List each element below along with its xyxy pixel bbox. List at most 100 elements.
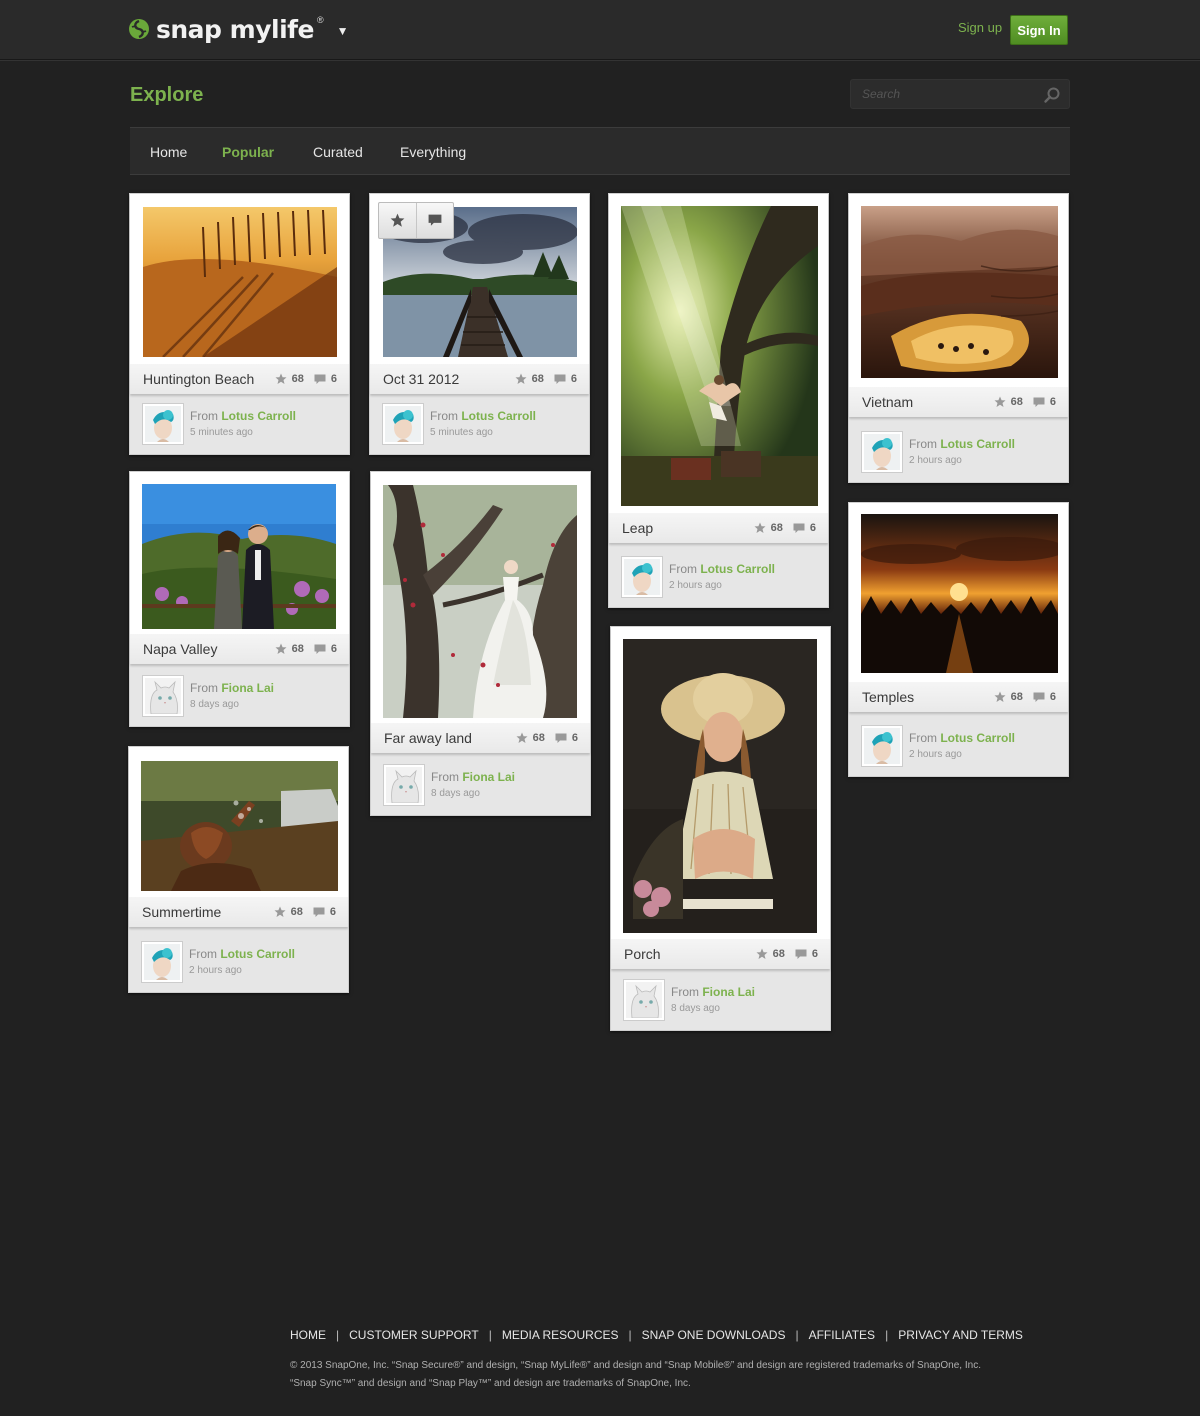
photo-card[interactable]: Huntington Beach 68 6 From Lotus Carroll… bbox=[129, 193, 350, 455]
photo-card[interactable]: Far away land 68 6 From Fiona Lai 8 days… bbox=[370, 471, 591, 816]
avatar[interactable] bbox=[861, 431, 903, 473]
caret-down-icon[interactable]: ▼ bbox=[337, 24, 349, 38]
footer-link-snap-one-downloads[interactable]: SNAP ONE DOWNLOADS bbox=[642, 1328, 786, 1342]
sign-in-button[interactable]: Sign In bbox=[1010, 15, 1068, 45]
timestamp: 2 hours ago bbox=[669, 579, 722, 591]
avatar[interactable] bbox=[142, 403, 184, 445]
owner-name-link[interactable]: Lotus Carroll bbox=[461, 409, 536, 423]
comments-count[interactable]: 6 bbox=[313, 906, 336, 918]
avatar[interactable] bbox=[861, 725, 903, 767]
favorites-count[interactable]: 68 bbox=[994, 396, 1023, 408]
tab-curated[interactable]: Curated bbox=[313, 144, 363, 160]
photo-title[interactable]: Summertime bbox=[142, 904, 264, 920]
star-icon bbox=[275, 643, 287, 654]
photo[interactable] bbox=[621, 206, 818, 506]
owner-name-link[interactable]: Fiona Lai bbox=[702, 985, 755, 999]
comments-count[interactable]: 6 bbox=[793, 522, 816, 534]
favorite-button[interactable] bbox=[379, 203, 416, 238]
timestamp: 5 minutes ago bbox=[190, 426, 253, 438]
from-label: From bbox=[909, 730, 937, 745]
favorites-count[interactable]: 68 bbox=[515, 373, 544, 385]
comment-button[interactable] bbox=[415, 203, 454, 238]
footer-link-customer-support[interactable]: CUSTOMER SUPPORT bbox=[349, 1328, 479, 1342]
footer-separator: | bbox=[628, 1328, 632, 1342]
favorites-count[interactable]: 68 bbox=[516, 732, 545, 744]
tab-home[interactable]: Home bbox=[150, 144, 187, 160]
comments-count[interactable]: 6 bbox=[555, 732, 578, 744]
avatar[interactable] bbox=[142, 675, 184, 717]
avatar[interactable] bbox=[141, 941, 183, 983]
favorites-count[interactable]: 68 bbox=[994, 691, 1023, 703]
comment-icon bbox=[795, 949, 807, 959]
photo-card[interactable]: Napa Valley 68 6 From Fiona Lai 8 days a… bbox=[129, 471, 350, 727]
comments-value: 6 bbox=[330, 643, 337, 655]
owner-name-link[interactable]: Lotus Carroll bbox=[220, 947, 295, 961]
snap-logo-icon bbox=[129, 19, 149, 39]
sign-up-link[interactable]: Sign up bbox=[958, 20, 1002, 35]
photo[interactable] bbox=[861, 206, 1058, 378]
footer-link-home[interactable]: HOME bbox=[290, 1328, 326, 1342]
tab-everything[interactable]: Everything bbox=[400, 144, 466, 160]
comments-count[interactable]: 6 bbox=[314, 643, 337, 655]
photo[interactable] bbox=[141, 761, 338, 891]
photo-card[interactable]: Porch 68 6 From Fiona Lai 8 days ago bbox=[610, 626, 831, 1031]
owner-name-link[interactable]: Lotus Carroll bbox=[940, 731, 1015, 745]
favorites-count[interactable]: 68 bbox=[274, 906, 303, 918]
avatar[interactable] bbox=[382, 403, 424, 445]
photo-title[interactable]: Porch bbox=[624, 946, 746, 962]
fantasy-tree-photo bbox=[383, 485, 577, 718]
photo-title[interactable]: Oct 31 2012 bbox=[383, 371, 505, 387]
favorites-value: 68 bbox=[1010, 396, 1023, 408]
comments-count[interactable]: 6 bbox=[1033, 691, 1056, 703]
photo[interactable] bbox=[142, 484, 336, 629]
owner-info: From Lotus Carroll 5 minutes ago bbox=[370, 394, 589, 454]
copyright-line-2: “Snap Sync™” and design and “Snap Play™”… bbox=[290, 1378, 691, 1389]
search-input[interactable] bbox=[851, 80, 1031, 108]
tab-bar: Home Popular Curated Everything bbox=[130, 127, 1070, 175]
search-box bbox=[850, 79, 1070, 109]
favorites-count[interactable]: 68 bbox=[275, 643, 304, 655]
favorites-count[interactable]: 68 bbox=[275, 373, 304, 385]
footer-link-privacy-and-terms[interactable]: PRIVACY AND TERMS bbox=[898, 1328, 1023, 1342]
comments-count[interactable]: 6 bbox=[795, 948, 818, 960]
photo-title[interactable]: Temples bbox=[862, 689, 984, 705]
top-bar: snap mylife ® ▼ Sign up Sign In bbox=[0, 0, 1200, 60]
comments-count[interactable]: 6 bbox=[554, 373, 577, 385]
owner-name-link[interactable]: Lotus Carroll bbox=[221, 409, 296, 423]
owner-name-link[interactable]: Fiona Lai bbox=[462, 770, 515, 784]
photo[interactable] bbox=[623, 639, 817, 933]
footer-link-affiliates[interactable]: AFFILIATES bbox=[809, 1328, 875, 1342]
photo-title[interactable]: Far away land bbox=[384, 730, 506, 746]
photo-card[interactable]: Leap 68 6 From Lotus Carroll 2 hours ago bbox=[608, 193, 829, 608]
comments-count[interactable]: 6 bbox=[1033, 396, 1056, 408]
avatar[interactable] bbox=[621, 556, 663, 598]
copyright-line-1: © 2013 SnapOne, Inc. “Snap Secure®” and … bbox=[290, 1360, 981, 1371]
photo-card[interactable]: Vietnam 68 6 From Lotus Carroll 2 hours … bbox=[848, 193, 1069, 483]
favorites-count[interactable]: 68 bbox=[756, 948, 785, 960]
photo-title[interactable]: Leap bbox=[622, 520, 744, 536]
owner-name-link[interactable]: Lotus Carroll bbox=[940, 437, 1015, 451]
photo-title[interactable]: Napa Valley bbox=[143, 641, 265, 657]
photo-card[interactable]: Summertime 68 6 From Lotus Carroll 2 hou… bbox=[128, 746, 349, 993]
avatar[interactable] bbox=[383, 764, 425, 806]
owner-name-link[interactable]: Fiona Lai bbox=[221, 681, 274, 695]
logo[interactable]: snap mylife ® ▼ bbox=[128, 12, 349, 46]
photo[interactable] bbox=[861, 514, 1058, 673]
photo-title[interactable]: Vietnam bbox=[862, 394, 984, 410]
favorites-count[interactable]: 68 bbox=[754, 522, 783, 534]
owner-name-link[interactable]: Lotus Carroll bbox=[700, 562, 775, 576]
footer-link-media-resources[interactable]: MEDIA RESOURCES bbox=[502, 1328, 619, 1342]
photo[interactable] bbox=[383, 485, 577, 718]
photo-title[interactable]: Huntington Beach bbox=[143, 371, 265, 387]
photo[interactable] bbox=[143, 207, 337, 357]
photo-card[interactable]: Temples 68 6 From Lotus Carroll 2 hours … bbox=[848, 502, 1069, 777]
timestamp: 2 hours ago bbox=[909, 748, 962, 760]
star-icon bbox=[275, 373, 287, 384]
porch-girl-photo bbox=[623, 639, 817, 933]
avatar[interactable] bbox=[623, 979, 665, 1021]
couple-photo bbox=[142, 484, 336, 629]
search-icon[interactable] bbox=[1043, 86, 1061, 104]
photo-card[interactable]: Oct 31 2012 68 6 From Lotus Carroll 5 mi… bbox=[369, 193, 590, 455]
tab-popular[interactable]: Popular bbox=[222, 144, 274, 160]
comments-count[interactable]: 6 bbox=[314, 373, 337, 385]
